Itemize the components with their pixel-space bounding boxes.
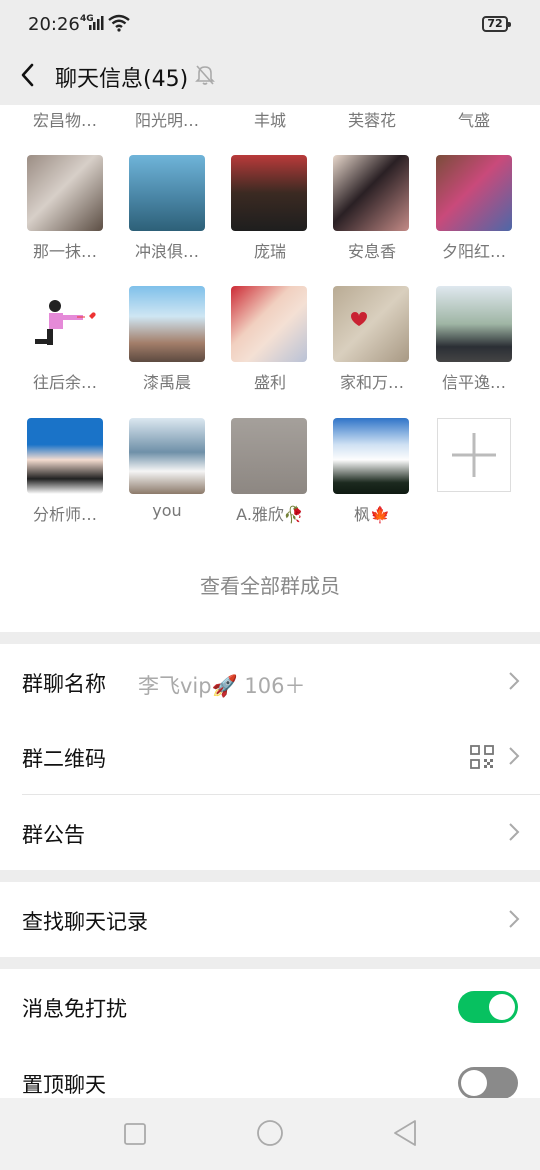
member-name: 枫🍁 bbox=[354, 505, 390, 524]
status-time: 20:26 bbox=[28, 14, 80, 35]
search-chat-label: 查找聊天记录 bbox=[22, 910, 148, 934]
recent-apps-icon[interactable] bbox=[123, 1122, 147, 1146]
member-name: 那一抹… bbox=[32, 242, 97, 261]
search-chat-row[interactable]: 查找聊天记录 bbox=[0, 882, 540, 957]
muted-bell-icon bbox=[195, 65, 215, 85]
member-name: 芙蓉花 bbox=[347, 111, 396, 130]
pin-toggle[interactable] bbox=[458, 1067, 518, 1098]
group-info-section: 群聊名称 李飞vip🚀 106＋ 群二维码 群公告 bbox=[0, 644, 540, 870]
member-name: 夕阳红… bbox=[441, 242, 506, 261]
member-name: 信平逸… bbox=[441, 373, 506, 392]
pin-row: 置顶聊天 bbox=[0, 1045, 540, 1098]
member-avatar[interactable] bbox=[129, 418, 205, 494]
member-name: 丰城 bbox=[253, 111, 286, 130]
view-all-members-link[interactable]: 查看全部群成员 bbox=[0, 570, 540, 599]
qr-code-icon bbox=[470, 745, 494, 769]
group-name-row[interactable]: 群聊名称 李飞vip🚀 106＋ bbox=[0, 644, 540, 719]
chevron-right-icon bbox=[509, 672, 520, 690]
member-name: 盛利 bbox=[253, 373, 286, 392]
heart-icon bbox=[351, 312, 367, 326]
wifi-icon bbox=[108, 14, 130, 32]
qr-code-label: 群二维码 bbox=[22, 747, 106, 771]
mute-label: 消息免打扰 bbox=[22, 997, 127, 1021]
toggle-knob bbox=[461, 1070, 487, 1096]
member-avatar[interactable] bbox=[231, 286, 307, 362]
member-avatar[interactable] bbox=[333, 155, 409, 231]
plus-icon bbox=[452, 433, 496, 477]
member-name: 宏昌物… bbox=[32, 111, 97, 130]
search-section: 查找聊天记录 bbox=[0, 882, 540, 957]
back-arrow-icon[interactable] bbox=[16, 60, 40, 90]
group-name-label: 群聊名称 bbox=[22, 672, 106, 696]
member-avatar[interactable] bbox=[231, 155, 307, 231]
member-avatar[interactable] bbox=[129, 155, 205, 231]
member-name: 漆禹晨 bbox=[142, 373, 191, 392]
member-avatar[interactable] bbox=[436, 286, 512, 362]
member-avatar[interactable] bbox=[27, 155, 103, 231]
toggle-knob bbox=[489, 994, 515, 1020]
group-notice-label: 群公告 bbox=[22, 823, 85, 847]
group-name-value: 李飞vip🚀 106＋ bbox=[138, 674, 306, 698]
member-avatar[interactable] bbox=[436, 155, 512, 231]
signal-icon bbox=[89, 16, 104, 30]
battery-level: 72 bbox=[487, 17, 503, 30]
system-nav-bar bbox=[0, 1098, 540, 1170]
member-name: you bbox=[152, 501, 182, 520]
nav-bar: 聊天信息(45) bbox=[0, 50, 540, 105]
member-name: 往后余… bbox=[32, 373, 97, 392]
member-name: 安息香 bbox=[347, 242, 396, 261]
member-grid: 宏昌物… 阳光明… 丰城 芙蓉花 气盛 那一抹… 冲浪俱… 庞瑞 安息香 夕阳红… bbox=[0, 105, 540, 632]
mute-row: 消息免打扰 bbox=[0, 969, 540, 1044]
home-icon[interactable] bbox=[256, 1119, 284, 1147]
qr-code-row[interactable]: 群二维码 bbox=[0, 719, 540, 794]
member-avatar[interactable] bbox=[333, 286, 409, 362]
member-avatar[interactable] bbox=[27, 286, 103, 362]
scroll-content[interactable]: 宏昌物… 阳光明… 丰城 芙蓉花 气盛 那一抹… 冲浪俱… 庞瑞 安息香 夕阳红… bbox=[0, 105, 540, 1098]
member-name: 家和万… bbox=[339, 373, 404, 392]
member-name: 庞瑞 bbox=[253, 242, 286, 261]
battery-icon: 72 bbox=[482, 16, 511, 32]
member-name: 气盛 bbox=[457, 111, 490, 130]
status-bar: 20:26 4G 72 bbox=[0, 0, 540, 50]
member-avatar[interactable] bbox=[231, 418, 307, 494]
back-icon[interactable] bbox=[392, 1119, 418, 1147]
chevron-right-icon bbox=[509, 823, 520, 841]
chevron-right-icon bbox=[509, 910, 520, 928]
pin-label: 置顶聊天 bbox=[22, 1073, 106, 1097]
toggle-section: 消息免打扰 置顶聊天 bbox=[0, 969, 540, 1098]
member-avatar[interactable] bbox=[129, 286, 205, 362]
chevron-right-icon bbox=[509, 747, 520, 765]
member-name: 分析师… bbox=[32, 505, 97, 524]
member-name: 阳光明… bbox=[134, 111, 199, 130]
group-notice-row[interactable]: 群公告 bbox=[0, 795, 540, 870]
member-avatar[interactable] bbox=[333, 418, 409, 494]
mute-toggle[interactable] bbox=[458, 991, 518, 1023]
cartoon-figure-icon bbox=[35, 300, 96, 345]
member-avatar[interactable] bbox=[27, 418, 103, 494]
member-name: 冲浪俱… bbox=[134, 242, 199, 261]
member-name: A.雅欣🥀 bbox=[236, 505, 304, 524]
page-title: 聊天信息(45) bbox=[55, 67, 189, 92]
add-member-button[interactable] bbox=[437, 418, 511, 492]
